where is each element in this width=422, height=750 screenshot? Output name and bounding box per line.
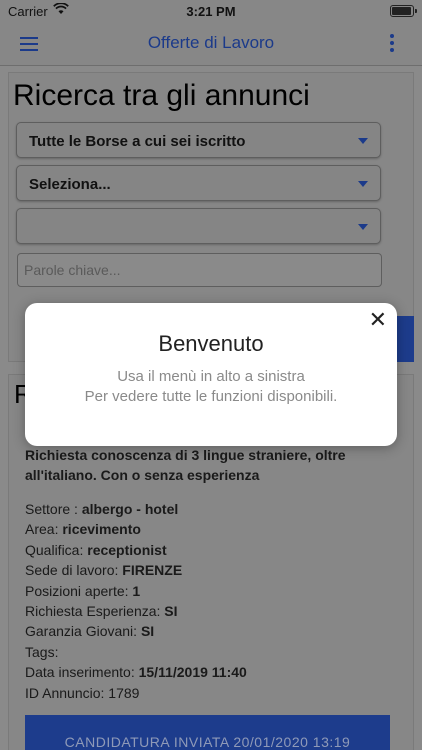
info-row-sede: Sede di lavoro: FIRENZE bbox=[25, 562, 183, 579]
info-row-id: ID Annuncio: 1789 bbox=[25, 684, 140, 701]
info-row-garanzia: Garanzia Giovani: SI bbox=[25, 623, 155, 640]
borse-select[interactable]: Tutte le Borse a cui sei iscritto bbox=[16, 122, 381, 158]
clock: 3:21 PM bbox=[186, 4, 236, 19]
info-row-qualifica: Qualifica: receptionist bbox=[25, 541, 167, 558]
job-description: Richiesta conoscenza di 3 lingue stranie… bbox=[25, 447, 346, 483]
nav-bar: Offerte di Lavoro bbox=[0, 22, 422, 66]
category-select-value: Seleziona... bbox=[29, 176, 111, 193]
job-info-list: Settore : albergo - hotel Area: ricevime… bbox=[25, 499, 247, 703]
caret-down-icon bbox=[358, 138, 368, 144]
status-bar: Carrier 3:21 PM bbox=[0, 0, 422, 22]
search-title: Ricerca tra gli annunci bbox=[13, 79, 310, 112]
caret-down-icon bbox=[358, 181, 368, 187]
caret-down-icon bbox=[358, 224, 368, 230]
info-row-area: Area: ricevimento bbox=[25, 521, 141, 538]
more-options-icon[interactable] bbox=[390, 34, 396, 54]
modal-line-2: Per vedere tutte le funzioni disponibili… bbox=[84, 388, 338, 405]
info-row-esperienza: Richiesta Esperienza: SI bbox=[25, 603, 178, 620]
info-row-data: Data inserimento: 15/11/2019 11:40 bbox=[25, 664, 247, 681]
info-row-posizioni: Posizioni aperte: 1 bbox=[25, 582, 141, 599]
borse-select-value: Tutte le Borse a cui sei iscritto bbox=[29, 133, 246, 150]
page-title: Offerte di Lavoro bbox=[147, 33, 275, 52]
info-row-settore: Settore : albergo - hotel bbox=[25, 501, 179, 517]
info-row-tags: Tags: bbox=[25, 643, 59, 660]
category-select[interactable]: Seleziona... bbox=[16, 165, 381, 201]
modal-line-1: Usa il menù in alto a sinistra bbox=[117, 368, 305, 385]
modal-body: Usa il menù in alto a sinistra Per veder… bbox=[25, 367, 397, 407]
battery-icon bbox=[390, 5, 417, 17]
close-icon[interactable]: ✕ bbox=[369, 309, 387, 331]
welcome-modal: ✕ Benvenuto Usa il menù in alto a sinist… bbox=[25, 303, 397, 446]
application-sent-button[interactable]: CANDIDATURA INVIATA 20/01/2020 13:19 bbox=[25, 715, 390, 750]
subcategory-select[interactable] bbox=[16, 208, 381, 244]
modal-title: Benvenuto bbox=[158, 331, 264, 356]
keywords-input[interactable] bbox=[17, 253, 382, 287]
